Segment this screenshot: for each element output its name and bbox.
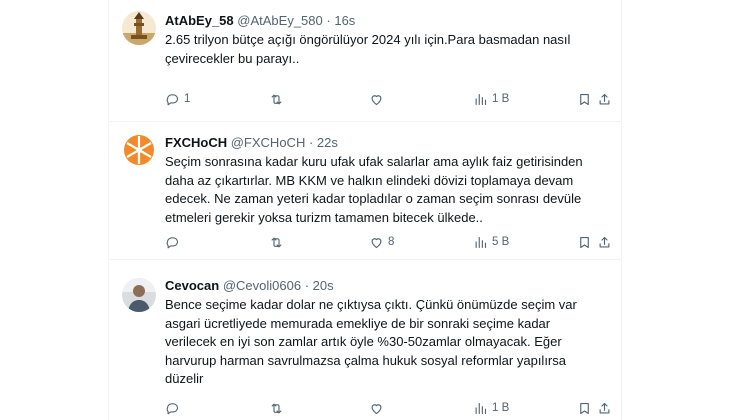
views-bar-chart-icon	[475, 402, 487, 414]
bookmark-button[interactable]	[577, 90, 592, 108]
tweet-header: Cevocan @Cevoli0606 · 20s	[165, 277, 334, 295]
text-line: Seçim sonrasına kadar kuru ufak ufak sal…	[165, 154, 583, 169]
bookmark-button[interactable]	[577, 399, 592, 417]
user-handle[interactable]: @FXCHoCH	[231, 135, 306, 150]
display-name[interactable]: AtAbEy_58	[165, 13, 234, 28]
views-bar-chart-icon	[475, 93, 487, 105]
heart-icon	[371, 94, 382, 105]
share-icon	[599, 402, 610, 413]
reply-feed: AtAbEy_58 @AtAbEy_580 · 16s 2.65 trilyon…	[108, 0, 622, 420]
text-line: etmeleri gerekir yoksa turizm tamamen bi…	[165, 209, 483, 225]
reply-count: 1	[184, 93, 191, 105]
user-handle[interactable]: @Cevoli0606	[223, 278, 301, 293]
retweet-button[interactable]	[269, 399, 288, 417]
retweet-button[interactable]	[269, 233, 288, 251]
avatar[interactable]	[122, 133, 156, 167]
tweet-text: Bence seçime kadar dolar ne çıktıysa çık…	[165, 296, 605, 389]
reply-button[interactable]: 1	[165, 90, 190, 108]
like-button[interactable]	[369, 90, 388, 108]
retweet-icon	[271, 403, 282, 413]
text-line: verilecek en iyi son zamlar artık öyle %…	[165, 334, 562, 349]
action-bar: 1 B	[165, 399, 610, 417]
separator: ·	[326, 13, 331, 28]
separator: ·	[304, 278, 310, 293]
bookmark-button[interactable]	[577, 233, 592, 251]
views-bar-chart-icon	[475, 236, 487, 248]
timestamp[interactable]: 20s	[313, 278, 334, 293]
text-line: 2.65 trilyon bütçe açığı öngörülüyor 202…	[165, 32, 571, 47]
like-button[interactable]: 8	[369, 233, 394, 251]
reply-icon	[166, 93, 179, 105]
avatar[interactable]	[122, 278, 156, 312]
reply-button[interactable]	[165, 233, 184, 251]
views-button[interactable]: 1 B	[473, 399, 509, 417]
view-count: 1 B	[492, 93, 510, 105]
heart-icon	[371, 237, 382, 248]
share-icon	[599, 93, 610, 104]
views-button[interactable]: 1 B	[473, 90, 509, 108]
tweet-text: Seçim sonrasına kadar kuru ufak ufak sal…	[165, 153, 605, 227]
text-line: asgari ücretliyede memurada emekliye de …	[165, 315, 551, 331]
view-count: 1 B	[492, 402, 510, 414]
retweet-button[interactable]	[269, 90, 288, 108]
view-count: 5 B	[492, 236, 510, 248]
avatar[interactable]	[122, 11, 156, 45]
text-line: harvurup harman savrulmazsa çalma hukuk …	[165, 352, 566, 368]
share-button[interactable]	[597, 399, 612, 417]
text-line: Bence seçime kadar dolar ne çıktıysa çık…	[165, 297, 577, 312]
share-button[interactable]	[597, 233, 612, 251]
text-line: çevirecekler bu parayı..	[165, 50, 300, 66]
reply-icon	[166, 236, 179, 248]
tweet-header: AtAbEy_58 @AtAbEy_580 · 16s	[165, 12, 355, 30]
heart-icon	[371, 403, 382, 414]
timestamp[interactable]: 22s	[317, 135, 338, 150]
timestamp[interactable]: 16s	[334, 13, 355, 28]
share-icon	[599, 236, 610, 247]
share-button[interactable]	[597, 90, 612, 108]
action-bar: 1 1 B	[165, 90, 610, 108]
retweet-icon	[271, 237, 282, 247]
reply-button[interactable]	[165, 399, 184, 417]
display-name[interactable]: FXCHoCH	[165, 135, 227, 150]
tweet-text: 2.65 trilyon bütçe açığı öngörülüyor 202…	[165, 31, 605, 68]
tweet[interactable]: Cevocan @Cevoli0606 · 20s Bence seçime k…	[109, 260, 621, 420]
like-count: 8	[388, 236, 395, 248]
tweet[interactable]: FXCHoCH @FXCHoCH · 22s Seçim sonrasına k…	[109, 122, 621, 260]
views-button[interactable]: 5 B	[473, 233, 509, 251]
separator: ·	[308, 135, 314, 150]
display-name[interactable]: Cevocan	[165, 278, 219, 293]
text-line: düzelir	[165, 371, 204, 386]
text-line: daha az çıkartırlar. MB KKM ve halkın el…	[165, 172, 574, 188]
action-bar: 8 5 B	[165, 233, 610, 251]
like-button[interactable]	[369, 399, 388, 417]
bookmark-icon	[580, 236, 589, 248]
bookmark-icon	[580, 402, 589, 414]
text-line: edecek. Ne zaman yeteri kadar topladılar…	[165, 191, 582, 206]
tweet-header: FXCHoCH @FXCHoCH · 22s	[165, 134, 338, 152]
user-handle[interactable]: @AtAbEy_580	[237, 13, 322, 28]
retweet-icon	[271, 94, 282, 104]
tweet[interactable]: AtAbEy_58 @AtAbEy_580 · 16s 2.65 trilyon…	[109, 0, 621, 122]
bookmark-icon	[580, 93, 589, 105]
reply-icon	[166, 402, 179, 414]
